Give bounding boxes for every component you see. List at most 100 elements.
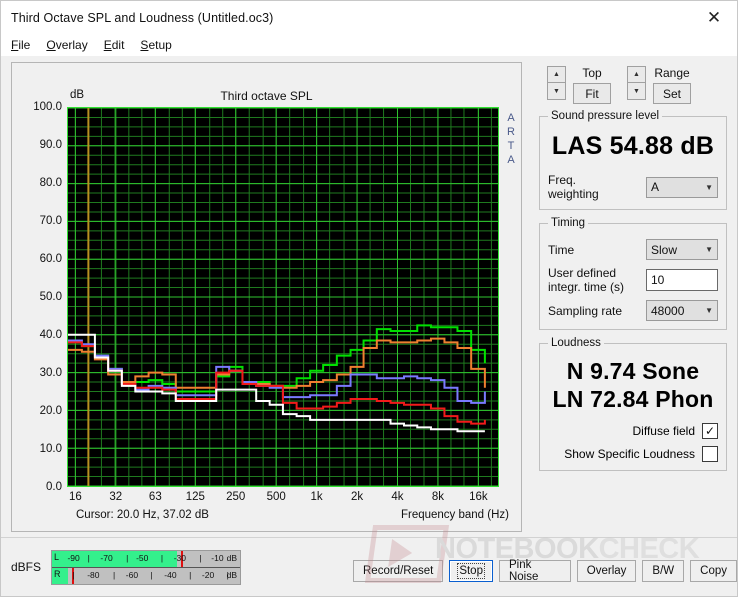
sampling-rate-select[interactable]: 48000 ▼	[646, 300, 718, 321]
sampling-rate-label: Sampling rate	[548, 303, 623, 318]
menu-edit-accel: E	[103, 38, 112, 52]
scale-controls-row: ▲ ▼ Top Fit ▲ ▼ Range Set	[533, 62, 729, 110]
level-meter-right: R dB | -80 | -60 | -40 | -20 |	[52, 566, 241, 584]
bottom-bar: dBFS L dB -90 | -70 | -50 | -30 | -10 R dB | -80 |…	[1, 537, 737, 596]
range-spinner[interactable]: ▲ ▼	[627, 66, 646, 100]
meter-tick-label: -30	[173, 552, 186, 563]
level-meter-section: dBFS L dB -90 | -70 | -50 | -30 | -10 R dB | -80 |…	[1, 549, 242, 585]
integration-time-label-line2: integr. time (s)	[548, 280, 625, 294]
meter-tick-label: |	[150, 569, 153, 580]
button-label: Stop	[457, 563, 485, 579]
y-tick-label: 60.0	[39, 253, 62, 265]
level-meters: L dB -90 | -70 | -50 | -30 | -10 R dB | -80 | -60 | -…	[51, 549, 242, 585]
menu-bar: File Overlay Edit Setup	[1, 34, 737, 56]
arta-letter-r: R	[507, 126, 515, 138]
button-label: Overlay	[586, 565, 627, 577]
menu-item-setup[interactable]: Setup	[140, 38, 171, 52]
button-label: Record/Reset	[363, 565, 434, 577]
plot-wrapper[interactable]	[67, 107, 499, 487]
x-tick-label: 500	[266, 491, 286, 503]
x-tick-label: 63	[148, 491, 162, 503]
button-label: B/W	[652, 565, 675, 577]
chevron-down-icon: ▼	[705, 306, 713, 315]
time-row: Time Slow ▼	[548, 239, 718, 260]
meter-tick-label: |	[226, 569, 229, 580]
meter-tick-label: -50	[136, 552, 149, 563]
menu-overlay-accel: O	[46, 38, 56, 52]
range-spin-down-icon[interactable]: ▼	[627, 83, 646, 100]
button-overlay[interactable]: Overlay	[576, 560, 637, 582]
integration-time-label: User defined integr. time (s)	[548, 266, 624, 294]
spl-plot[interactable]	[67, 107, 499, 487]
chevron-down-icon: ▼	[705, 245, 713, 254]
integration-time-input[interactable]: 10	[646, 269, 718, 291]
button-label: Pink Noise	[508, 559, 539, 583]
graph-panel: dB Third octave SPL 100.0 90.0 80.0 70.0 60.…	[11, 62, 522, 532]
app-window: Third Octave SPL and Loudness (Untitled.…	[0, 0, 738, 597]
x-tick-label: 16	[68, 491, 82, 503]
sampling-rate-value: 48000	[651, 303, 685, 318]
button-pink-noise[interactable]: Pink Noise	[498, 559, 571, 583]
sampling-rate-row: Sampling rate 48000 ▼	[548, 300, 718, 321]
y-tick-label: 30.0	[39, 367, 62, 379]
chart-title: Third octave SPL	[220, 89, 313, 103]
button-copy[interactable]: Copy	[690, 560, 737, 582]
button-record-reset[interactable]: Record/Reset	[353, 560, 444, 582]
timing-group-legend: Timing	[551, 217, 586, 229]
title-bar: Third Octave SPL and Loudness (Untitled.…	[1, 1, 737, 34]
button-b-w[interactable]: B/W	[642, 560, 685, 582]
x-tick-label: 4k	[391, 491, 404, 503]
menu-overlay-rest: verlay	[55, 38, 88, 52]
menu-setup-rest: etup	[148, 38, 172, 52]
y-tick-label: 70.0	[39, 215, 62, 227]
meter-tick-label: -90	[67, 552, 80, 563]
set-button[interactable]: Set	[653, 83, 691, 104]
x-axis-ticks: 16 32 63 125 250 500 1k 2k 4k 8k 16k	[67, 491, 499, 507]
meter-tick-label: -40	[164, 569, 177, 580]
close-icon[interactable]: ✕	[691, 1, 737, 34]
x-tick-label: 125	[185, 491, 205, 503]
meter-tick-label: -10	[211, 552, 224, 563]
integration-time-row: User defined integr. time (s) 10	[548, 266, 718, 294]
time-label: Time	[548, 242, 575, 257]
arta-letter-t: T	[507, 140, 515, 152]
level-meter-left-unit: dB	[226, 552, 238, 563]
diffuse-field-label: Diffuse field	[632, 424, 695, 438]
y-tick-label: 20.0	[39, 405, 62, 417]
fit-button[interactable]: Fit	[573, 83, 611, 104]
meter-tick-label: |	[189, 569, 192, 580]
range-spin-up-icon[interactable]: ▲	[627, 66, 646, 83]
meter-tick-label: -20	[201, 569, 215, 580]
arta-letter-a1: A	[507, 112, 515, 124]
meter-tick-label: |	[160, 552, 164, 563]
diffuse-field-row[interactable]: Diffuse field ✓	[548, 423, 718, 439]
range-label-group: Range Set	[653, 66, 691, 104]
top-control-group: ▲ ▼ Top Fit	[547, 66, 611, 104]
window-title: Third Octave SPL and Loudness (Untitled.…	[11, 10, 274, 25]
meter-tick-label: |	[126, 552, 129, 563]
meter-tick-label: |	[87, 552, 90, 563]
menu-item-edit[interactable]: Edit	[104, 38, 125, 52]
top-spin-up-icon[interactable]: ▲	[547, 66, 566, 83]
top-label-group: Top Fit	[573, 66, 611, 104]
menu-item-file[interactable]: File	[11, 38, 30, 52]
menu-edit-rest: dit	[111, 38, 125, 52]
loudness-readings: N 9.74 Sone LN 72.84 Phon	[548, 357, 718, 413]
freq-weighting-select[interactable]: A ▼	[646, 176, 718, 198]
controls-column: ▲ ▼ Top Fit ▲ ▼ Range Set Sound pressure…	[529, 56, 737, 537]
top-spinner[interactable]: ▲ ▼	[547, 66, 566, 100]
meter-tick-label: |	[199, 552, 202, 563]
menu-item-overlay[interactable]: Overlay	[46, 38, 87, 52]
meter-tick-label: -80	[87, 569, 100, 580]
y-axis-ticks: 100.0 90.0 80.0 70.0 60.0 50.0 40.0 30.0 20.0 10.…	[12, 101, 62, 493]
show-specific-loudness-checkbox[interactable]	[702, 446, 718, 462]
top-spin-down-icon[interactable]: ▼	[547, 83, 566, 100]
y-tick-label: 10.0	[39, 443, 62, 455]
loudness-phon-reading: LN 72.84 Phon	[552, 386, 714, 412]
x-axis-label: Frequency band (Hz)	[400, 509, 509, 521]
button-stop[interactable]: Stop	[449, 560, 493, 582]
diffuse-field-checkbox[interactable]: ✓	[702, 423, 718, 439]
time-select[interactable]: Slow ▼	[646, 239, 718, 260]
show-specific-loudness-row[interactable]: Show Specific Loudness	[548, 446, 718, 462]
y-tick-label: 50.0	[39, 291, 62, 303]
